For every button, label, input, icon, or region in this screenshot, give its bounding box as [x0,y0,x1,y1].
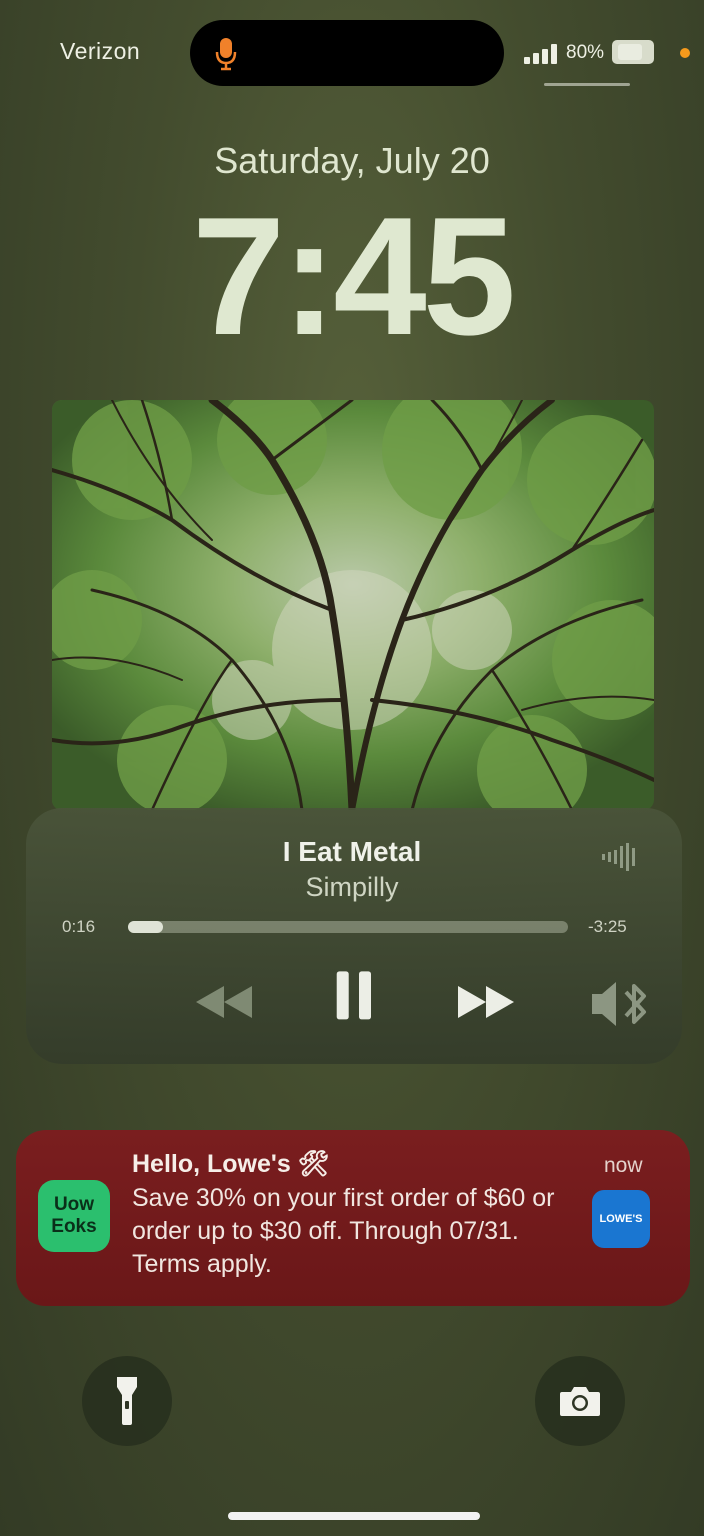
privacy-indicator-dot [680,48,690,58]
camera-icon [560,1387,600,1416]
pause-icon[interactable] [318,968,388,1028]
app-icon-label: Uow Eoks [51,1194,97,1237]
song-title: I Eat Metal [282,836,422,867]
status-indicator-bar [544,83,630,86]
waveform-icon[interactable] [600,842,640,872]
lock-screen-date: Saturday, July 20 [214,140,490,181]
elapsed-time: 0:16 [62,917,96,936]
tree-branches-image [52,400,654,810]
playback-scrubber[interactable] [128,921,568,933]
cellular-signal-icon [524,42,560,64]
playback-progress-fill [128,921,164,933]
song-artist: Simpilly [305,872,399,902]
fast-forward-icon[interactable] [452,972,522,1032]
carrier-label: Verizon [60,38,141,64]
notification-time: now [604,1154,643,1177]
notification-thumbnail: LOWE'S [592,1190,650,1248]
microphone-icon [215,38,237,71]
flashlight-button[interactable] [82,1356,172,1446]
battery-percentage: 80% [566,42,605,63]
camera-button[interactable] [535,1356,625,1446]
flashlight-icon [117,1377,137,1425]
home-indicator[interactable] [228,1512,480,1520]
notification-title: Hello, Lowe's 🛠 [132,1150,330,1178]
wallpaper-tree-photo [52,400,654,810]
remaining-time: -3:25 [588,917,627,936]
lock-screen-clock: 7:45 [191,182,516,370]
rewind-icon[interactable] [190,972,260,1032]
battery-icon [612,40,654,64]
speaker-bluetooth-icon[interactable] [588,974,658,1034]
notification-app-icon: Uow Eoks [38,1180,110,1252]
notification-body: Save 30% on your first order of $60 or o… [132,1184,555,1278]
